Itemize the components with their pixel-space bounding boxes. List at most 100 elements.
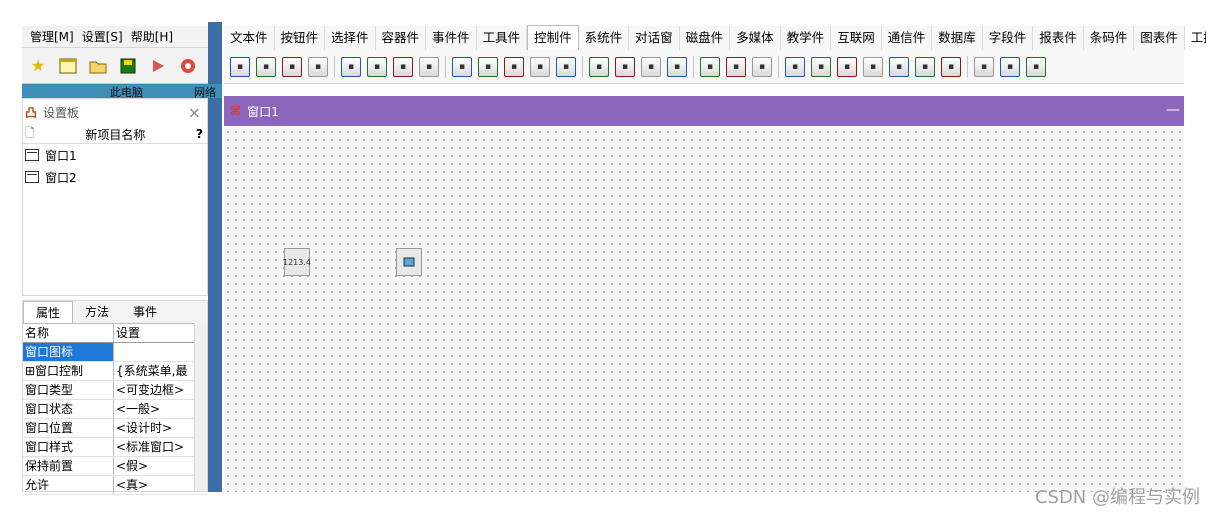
main-toolbar: ★ (22, 48, 208, 84)
property-tabs: 属性 方法 事件 (23, 301, 207, 324)
window-icon[interactable] (58, 56, 78, 76)
property-name: 允许 (23, 476, 114, 494)
property-grid-header: 名称 设置 (23, 324, 207, 343)
numeric-control[interactable]: 1213.4 (283, 248, 311, 276)
line-tool-icon[interactable]: ▪ (308, 56, 328, 77)
panel-tool-icon[interactable]: ▪ (367, 56, 387, 77)
wave-tool-icon[interactable]: ▪ (452, 56, 472, 77)
split-tool-icon[interactable]: ▪ (341, 56, 361, 77)
switch-tool-icon[interactable]: ▪ (726, 56, 746, 77)
project-name[interactable]: 新项目名称 (35, 126, 196, 143)
tree-item-label: 窗口1 (45, 148, 77, 163)
design-window-titlebar[interactable]: ⌘ 窗口1 — (224, 96, 1184, 126)
property-name: 窗口位置 (23, 419, 114, 437)
bus-tool-icon[interactable]: ▪ (752, 56, 772, 77)
num-tool-icon[interactable]: ▪ (941, 56, 961, 77)
property-row[interactable]: 窗口位置 <设计时> (23, 419, 207, 438)
chip-control[interactable] (396, 248, 422, 276)
tab-component-14[interactable]: 数据库 (932, 26, 983, 50)
property-panel: 属性 方法 事件 名称 设置 窗口图标 ⊞窗口控制 {系统菜单,最 窗口类型 <可变… (22, 300, 208, 495)
stop-icon[interactable] (178, 56, 198, 76)
tab-component-9[interactable]: 磁盘件 (680, 26, 731, 50)
tab-events[interactable]: 事件 (121, 301, 169, 323)
folder-icon[interactable] (88, 56, 108, 76)
property-name: ⊞窗口控制 (23, 362, 114, 380)
tab-component-0[interactable]: 文本件 (224, 26, 275, 50)
tab-component-17[interactable]: 条码件 (1084, 26, 1135, 50)
property-name: 窗口类型 (23, 381, 114, 399)
matrix-tool-icon[interactable]: ▪ (556, 56, 576, 77)
column-header-name: 名称 (23, 324, 114, 342)
curve-tool-icon[interactable]: ▪ (974, 56, 994, 77)
reel-tool-icon[interactable]: ▪ (667, 56, 687, 77)
property-name: 窗口样式 (23, 438, 114, 456)
property-scrollbar[interactable] (194, 323, 207, 491)
tab-component-13[interactable]: 通信件 (882, 26, 933, 50)
property-row[interactable]: 允许 <真> (23, 476, 207, 495)
tab-component-18[interactable]: 图表件 (1134, 26, 1185, 50)
tab-methods[interactable]: 方法 (73, 301, 121, 323)
tab-component-7[interactable]: 系统件 (579, 26, 630, 50)
tree-item-window1[interactable]: 窗口1 (23, 144, 207, 166)
grid-tool-icon[interactable]: ▪ (530, 56, 550, 77)
tree-item-window2[interactable]: 窗口2 (23, 166, 207, 188)
tab-component-12[interactable]: 互联网 (831, 26, 882, 50)
arrow-tool-icon[interactable]: ▪ (1026, 56, 1046, 77)
move-tool-icon[interactable]: ▪ (393, 56, 413, 77)
property-row[interactable]: 窗口图标 (23, 343, 207, 362)
move2-tool-icon[interactable]: ▪ (419, 56, 439, 77)
track-tool-icon[interactable]: ▪ (837, 56, 857, 77)
chip-tool-icon[interactable]: ▪ (1000, 56, 1020, 77)
property-name: 窗口状态 (23, 400, 114, 418)
tree-item-label: 窗口2 (45, 170, 77, 185)
ruler-tool-icon[interactable]: ▪ (785, 56, 805, 77)
tab-component-15[interactable]: 字段件 (983, 26, 1034, 50)
tree2-tool-icon[interactable]: ▪ (256, 56, 276, 77)
slider-tool-icon[interactable]: ▪ (811, 56, 831, 77)
chip-icon (403, 257, 415, 267)
window-icon (25, 171, 39, 183)
tab-component-5[interactable]: 工具件 (477, 26, 528, 50)
tab-component-1[interactable]: 按钮件 (275, 26, 326, 50)
property-row[interactable]: ⊞窗口控制 {系统菜单,最 (23, 362, 207, 381)
box-tool-icon[interactable]: ▪ (700, 56, 720, 77)
property-row[interactable]: 窗口样式 <标准窗口> (23, 438, 207, 457)
tab-component-4[interactable]: 事件件 (426, 26, 477, 50)
tab-component-11[interactable]: 教学件 (781, 26, 832, 50)
tab-properties[interactable]: 属性 (23, 301, 74, 323)
xyz-tool-icon[interactable]: ▪ (478, 56, 498, 77)
toolbar-separator (967, 55, 968, 78)
tab-component-10[interactable]: 多媒体 (730, 26, 781, 50)
toolbar-separator (445, 55, 446, 78)
menu-help[interactable]: 帮助[H] (131, 28, 173, 45)
property-row[interactable]: 窗口类型 <可变边框> (23, 381, 207, 400)
design-window[interactable]: ⌘ 窗口1 — 1213.4 (224, 96, 1184, 492)
tab-component-3[interactable]: 容器件 (376, 26, 427, 50)
property-name: 保持前置 (23, 457, 114, 475)
run-icon[interactable] (148, 56, 168, 76)
save-icon[interactable] (118, 56, 138, 76)
tab-component-16[interactable]: 报表件 (1033, 26, 1084, 50)
tree-tool-icon[interactable]: ▪ (230, 56, 250, 77)
component-toolbar: ▪ ▪ ▪ ▪ ▪ ▪ ▪ ▪ ▪ ▪ ▪ ▪ ▪ ▪ ▪ ▪ ▪ ▪ ▪ ▪ ▪ ▪ ▪ ▪ ▪ ▪ ▪ ▪ ▪ ▪ (224, 50, 1184, 84)
xy-tool-icon[interactable]: ▪ (504, 56, 524, 77)
tab-component-8[interactable]: 对话窗 (629, 26, 680, 50)
close-icon[interactable]: × (188, 103, 201, 122)
print-tool-icon[interactable]: ▪ (615, 56, 635, 77)
help-icon[interactable]: ? (196, 127, 207, 141)
list-tool-icon[interactable]: ▪ (282, 56, 302, 77)
l1-tool-icon[interactable]: ▪ (863, 56, 883, 77)
md5-tool-icon[interactable]: ▪ (915, 56, 935, 77)
file-tool-icon[interactable]: ▪ (641, 56, 661, 77)
star-icon[interactable]: ★ (28, 56, 48, 76)
menu-manage[interactable]: 管理[M] (30, 28, 74, 45)
menu-settings[interactable]: 设置[S] (82, 28, 123, 45)
b64-tool-icon[interactable]: ▪ (889, 56, 909, 77)
property-row[interactable]: 窗口状态 <一般> (23, 400, 207, 419)
minimize-icon[interactable]: — (1166, 102, 1180, 118)
tab-component-19[interactable]: 工控件 (1185, 26, 1206, 50)
property-row[interactable]: 保持前置 <假> (23, 457, 207, 476)
disk-tool-icon[interactable]: ▪ (589, 56, 609, 77)
tab-component-2[interactable]: 选择件 (325, 26, 376, 50)
tab-component-6[interactable]: 控制件 (527, 25, 579, 51)
